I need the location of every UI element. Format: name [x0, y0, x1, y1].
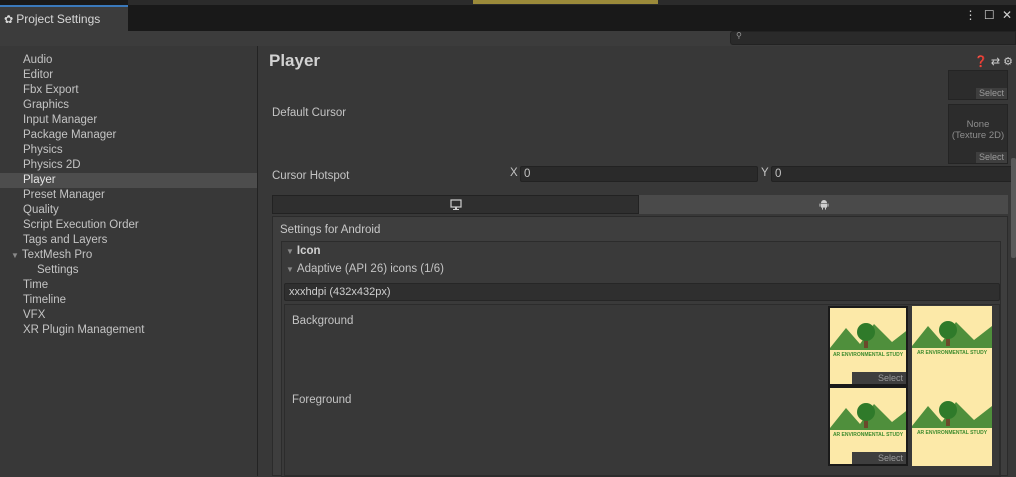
hotspot-y-input[interactable]: 0 — [771, 166, 1016, 182]
mountain-logo-icon — [912, 321, 992, 348]
accent-strip — [128, 0, 1016, 5]
thumb-caption: AR ENVIRONMENTAL STUDY — [916, 350, 988, 356]
monitor-icon — [449, 199, 462, 210]
preset-icon[interactable]: ⇄ — [991, 56, 1003, 68]
player-settings-panel: Player ❓⇄⚙ Select Default Cursor None (T… — [258, 46, 1016, 477]
hotspot-x-input[interactable]: 0 — [520, 166, 758, 182]
background-label: Background — [292, 315, 354, 327]
settings-for-label: Settings for Android — [280, 224, 381, 236]
sidebar-item-quality[interactable]: Quality — [0, 203, 257, 218]
fold-arrow-icon: ▼ — [286, 247, 294, 256]
icon-foldout[interactable]: ▼ Icon — [286, 245, 321, 257]
sidebar-item-textmesh-pro[interactable]: ▼ TextMesh Pro — [0, 248, 257, 263]
default-cursor-label: Default Cursor — [272, 107, 347, 119]
select-button[interactable]: Select — [852, 452, 906, 464]
sidebar-item-physics-2d[interactable]: Physics 2D — [0, 158, 257, 173]
icon-layers: Background Foreground AR ENVIRONMENTAL S… — [284, 304, 1000, 476]
select-button[interactable]: Select — [852, 372, 906, 384]
help-icon[interactable]: ❓ — [974, 56, 991, 68]
sidebar-item-time[interactable]: Time — [0, 278, 257, 293]
adaptive-icons-foldout[interactable]: ▼ Adaptive (API 26) icons (1/6) — [286, 263, 444, 275]
search-input[interactable]: ⚲ — [730, 31, 1016, 45]
texture-none-text: None (Texture 2D) — [949, 119, 1007, 141]
page-title: Player — [269, 51, 321, 70]
sidebar-item-player[interactable]: Player — [0, 173, 257, 188]
tab-title: Project Settings — [16, 12, 101, 26]
search-row: ⚲ — [0, 31, 1016, 46]
thumb-caption: AR ENVIRONMENTAL STUDY — [832, 352, 904, 358]
adaptive-icons-label: Adaptive (API 26) icons (1/6) — [296, 263, 444, 275]
search-icon: ⚲ — [736, 31, 742, 40]
select-button[interactable]: Select — [975, 152, 1007, 163]
foreground-texture-slot[interactable]: AR ENVIRONMENTAL STUDY Select — [828, 386, 908, 466]
sidebar-item-vfx[interactable]: VFX — [0, 308, 257, 323]
accent-highlight — [473, 0, 658, 4]
fold-arrow-icon[interactable]: ▼ — [11, 251, 19, 260]
tab-standalone[interactable] — [272, 195, 639, 214]
sidebar-item-xr-plugin-management[interactable]: XR Plugin Management — [0, 323, 257, 338]
gear-icon: ✿ — [4, 14, 14, 26]
background-preview: AR ENVIRONMENTAL STUDY — [912, 306, 992, 386]
settings-icon[interactable]: ⚙ — [1003, 56, 1016, 68]
select-button[interactable]: Select — [975, 88, 1007, 99]
window-controls[interactable]: ⋮ ☐ ✕ — [965, 8, 1014, 22]
thumb-caption: AR ENVIRONMENTAL STUDY — [916, 430, 988, 436]
sidebar-item-package-manager[interactable]: Package Manager — [0, 128, 257, 143]
sidebar-item-input-manager[interactable]: Input Manager — [0, 113, 257, 128]
sidebar-item-physics[interactable]: Physics — [0, 143, 257, 158]
icon-section: ▼ Icon ▼ Adaptive (API 26) icons (1/6) xxx… — [281, 241, 1001, 477]
sidebar-item-graphics[interactable]: Graphics — [0, 98, 257, 113]
android-icon — [819, 200, 828, 210]
sidebar-item-editor[interactable]: Editor — [0, 68, 257, 83]
settings-sidebar: Audio Editor Fbx Export Graphics Input M… — [0, 46, 258, 476]
platform-tabs — [272, 195, 1008, 216]
texture-slot-top[interactable]: Select — [948, 70, 1008, 100]
title-bar: ✿ Project Settings ⋮ ☐ ✕ — [0, 0, 1016, 31]
panel-toolbar: ❓⇄⚙ — [974, 55, 1016, 68]
vertical-scrollbar[interactable] — [1011, 158, 1016, 258]
sidebar-item-fbx-export[interactable]: Fbx Export — [0, 83, 257, 98]
tab-android[interactable] — [639, 195, 1008, 214]
sidebar-item-label: TextMesh Pro — [21, 249, 93, 261]
sidebar-item-tags-and-layers[interactable]: Tags and Layers — [0, 233, 257, 248]
hotspot-y-label: Y — [761, 167, 769, 179]
sidebar-item-script-execution-order[interactable]: Script Execution Order — [0, 218, 257, 233]
foreground-preview: AR ENVIRONMENTAL STUDY — [912, 386, 992, 466]
android-settings-box: Settings for Android ▼ Icon ▼ Adaptive (AP… — [272, 216, 1008, 477]
density-header: xxxhdpi (432x432px) — [284, 283, 1000, 301]
sidebar-item-textmesh-settings[interactable]: Settings — [0, 263, 257, 278]
default-cursor-field[interactable]: None (Texture 2D) Select — [948, 104, 1008, 164]
sidebar-item-preset-manager[interactable]: Preset Manager — [0, 188, 257, 203]
sidebar-item-audio[interactable]: Audio — [0, 53, 257, 68]
cursor-hotspot-label: Cursor Hotspot — [272, 170, 350, 182]
fold-arrow-icon: ▼ — [286, 265, 294, 274]
thumb-caption: AR ENVIRONMENTAL STUDY — [832, 432, 904, 438]
hotspot-x-label: X — [510, 167, 518, 179]
mountain-logo-icon — [912, 401, 992, 428]
tab-project-settings[interactable]: ✿ Project Settings — [0, 5, 128, 31]
texture-none-label: None (Texture 2D) — [951, 119, 1005, 141]
sidebar-item-timeline[interactable]: Timeline — [0, 293, 257, 308]
foreground-label: Foreground — [292, 394, 352, 406]
icon-foldout-label: Icon — [296, 245, 321, 257]
background-texture-slot[interactable]: AR ENVIRONMENTAL STUDY Select — [828, 306, 908, 386]
